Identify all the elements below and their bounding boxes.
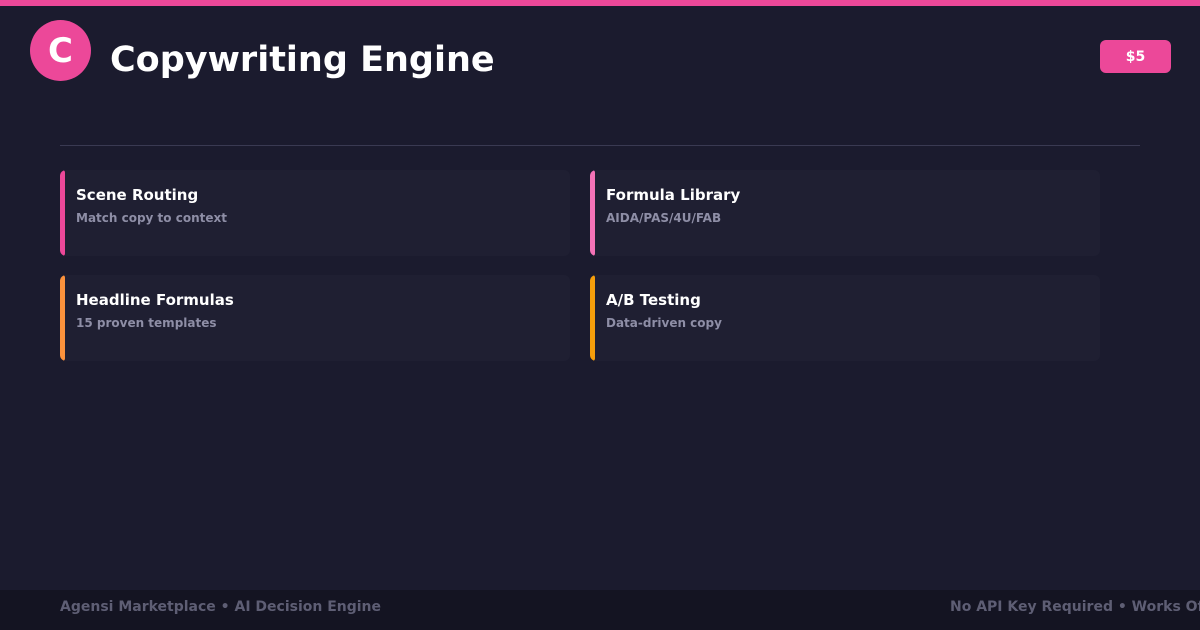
feature-card-ab-testing: A/B Testing Data-driven copy	[590, 275, 1100, 361]
card-subtitle: AIDA/PAS/4U/FAB	[606, 211, 722, 225]
page-title: Copywriting Engine	[110, 40, 495, 80]
card-accent-bar	[60, 275, 65, 361]
card-accent-bar	[590, 275, 595, 361]
card-accent-bar	[590, 170, 595, 256]
card-title: A/B Testing	[606, 291, 701, 309]
card-subtitle: Data-driven copy	[606, 316, 722, 330]
card-accent-bar	[60, 170, 65, 256]
card-title: Scene Routing	[76, 186, 199, 204]
footer-left-text: Agensi Marketplace • AI Decision Engine	[60, 599, 382, 615]
feature-card-scene-routing: Scene Routing Match copy to context	[60, 170, 570, 256]
header-divider	[60, 145, 1140, 146]
card-title: Formula Library	[606, 186, 741, 204]
top-accent-bar	[0, 0, 1200, 6]
footer-bar: Agensi Marketplace • AI Decision Engine …	[0, 590, 1200, 630]
price-badge[interactable]: $5	[1100, 40, 1171, 73]
card-subtitle: Match copy to context	[76, 211, 227, 225]
feature-card-formula-library: Formula Library AIDA/PAS/4U/FAB	[590, 170, 1100, 256]
card-subtitle: 15 proven templates	[76, 316, 217, 330]
logo-badge: C	[30, 20, 91, 81]
feature-card-headline-formulas: Headline Formulas 15 proven templates	[60, 275, 570, 361]
logo-letter: C	[48, 30, 73, 71]
card-title: Headline Formulas	[76, 291, 234, 309]
footer-right-text: No API Key Required • Works Offline	[950, 599, 1200, 615]
